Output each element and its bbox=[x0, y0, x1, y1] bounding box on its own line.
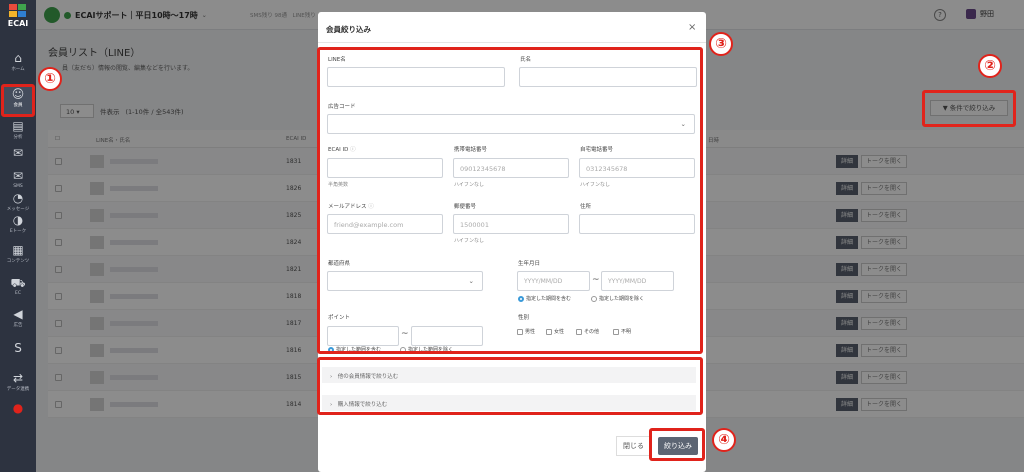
annotation-box-accordions bbox=[317, 357, 703, 415]
annotation-box-fields bbox=[317, 47, 703, 354]
sidebar-item-0[interactable]: ⌂ ホーム bbox=[2, 50, 34, 80]
sidebar-item-6[interactable]: ◑ Eトーク bbox=[2, 212, 34, 242]
data-link-icon: ⇄ bbox=[12, 371, 24, 385]
sidebar-item-11[interactable]: ⇄ データ連携 bbox=[2, 370, 34, 400]
modal-divider bbox=[318, 42, 706, 43]
sidebar: ECAI ⌂ ホーム ☺ 会員 ▤ 分析 ✉ ✉ SMS ◔ メッセージ ◑ Eトーク ▦ コンテンツ ⛟ EC… bbox=[0, 0, 36, 472]
analytics-icon: ▤ bbox=[12, 119, 24, 133]
talk-icon: ◑ bbox=[12, 213, 24, 227]
annotation-number-2: ② bbox=[978, 54, 1002, 78]
annotation-number-3: ③ bbox=[709, 32, 733, 56]
chat-icon: ✉ bbox=[12, 146, 24, 160]
annotation-number-4: ④ bbox=[712, 428, 736, 452]
shopify-icon: S bbox=[14, 341, 22, 355]
sidebar-item-label: コンテンツ bbox=[6, 259, 30, 264]
ecai-logo: ECAI bbox=[4, 4, 32, 38]
sidebar-item-10[interactable]: S bbox=[2, 340, 34, 370]
close-icon[interactable]: × bbox=[688, 22, 696, 33]
message-icon: ◔ bbox=[12, 191, 24, 205]
sidebar-item-8[interactable]: ⛟ EC bbox=[2, 275, 34, 305]
robot-icon: ● bbox=[12, 401, 24, 415]
sms-icon: ✉ bbox=[12, 169, 24, 183]
content-icon: ▦ bbox=[12, 243, 24, 257]
cart-icon: ⛟ bbox=[10, 276, 26, 290]
modal-close-button[interactable]: 閉じる bbox=[616, 436, 651, 456]
sidebar-item-label: 広告 bbox=[13, 323, 23, 328]
megaphone-icon: ◀ bbox=[13, 307, 23, 321]
sidebar-item-label: 分析 bbox=[13, 135, 23, 140]
sidebar-item-7[interactable]: ▦ コンテンツ bbox=[2, 242, 34, 272]
sidebar-item-label: データ連携 bbox=[6, 387, 30, 392]
sidebar-item-label: EC bbox=[15, 291, 21, 296]
sidebar-item-9[interactable]: ◀ 広告 bbox=[2, 306, 34, 336]
annotation-box-members bbox=[1, 84, 35, 117]
sidebar-item-label: SMS bbox=[13, 184, 23, 189]
sidebar-item-12[interactable]: ● bbox=[2, 400, 34, 430]
sidebar-item-label: Eトーク bbox=[9, 229, 27, 234]
home-icon: ⌂ bbox=[14, 51, 22, 65]
annotation-box-apply bbox=[649, 428, 705, 461]
modal-title: 会員絞り込み bbox=[326, 25, 371, 34]
sidebar-item-2[interactable]: ▤ 分析 bbox=[2, 118, 34, 148]
annotation-number-1: ① bbox=[38, 67, 62, 91]
annotation-box-filter bbox=[922, 90, 1016, 127]
sidebar-item-label: ホーム bbox=[11, 67, 25, 72]
